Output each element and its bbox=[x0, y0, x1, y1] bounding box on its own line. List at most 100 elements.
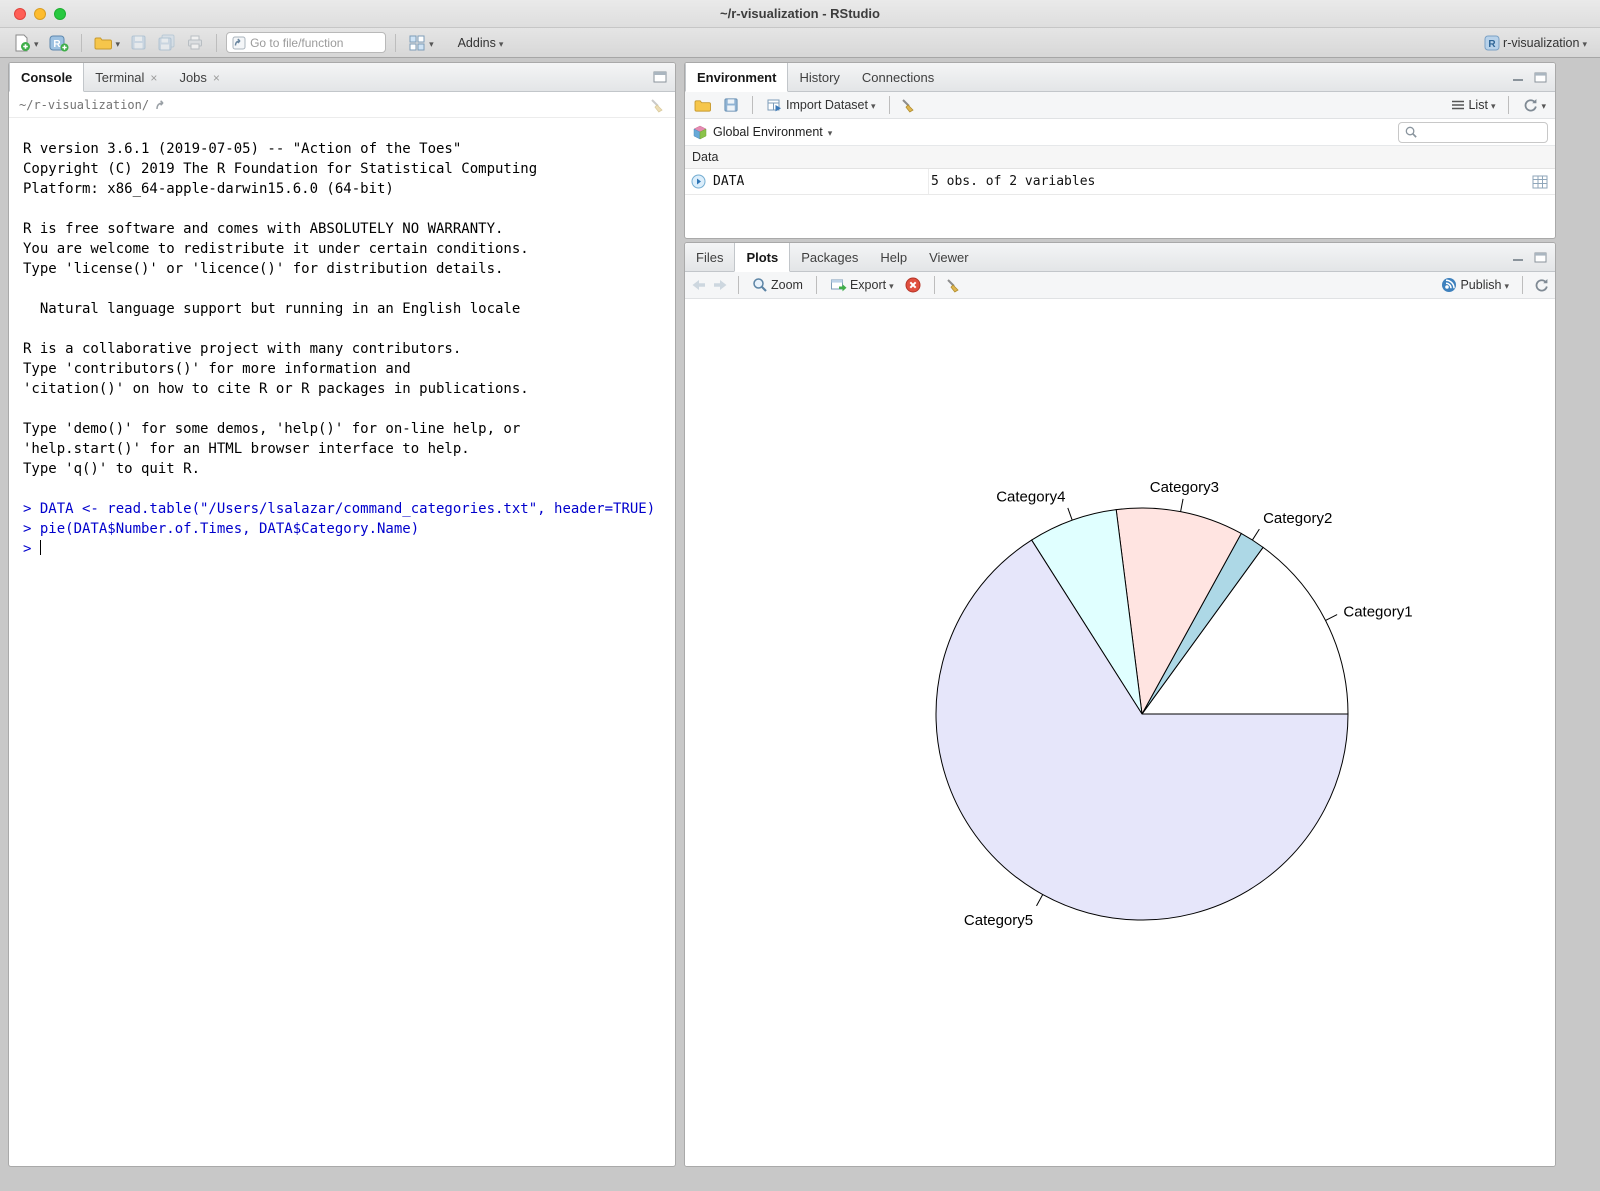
tab-close-icon[interactable] bbox=[150, 70, 157, 85]
minimize-window-button[interactable] bbox=[34, 8, 46, 20]
environment-section-header: Data bbox=[685, 146, 1555, 169]
tab-jobs[interactable]: Jobs bbox=[168, 63, 230, 91]
pie-label: Category3 bbox=[1150, 479, 1219, 496]
refresh-plot-icon[interactable] bbox=[1533, 277, 1549, 293]
column-divider bbox=[928, 169, 929, 194]
new-project-icon: R bbox=[49, 34, 69, 52]
import-dataset-button[interactable]: Import Dataset bbox=[763, 95, 879, 115]
close-window-button[interactable] bbox=[14, 8, 26, 20]
tab-environment[interactable]: Environment bbox=[685, 63, 788, 92]
toolbar-separator bbox=[816, 276, 817, 294]
toolbar-separator bbox=[395, 34, 396, 52]
tab-connections[interactable]: Connections bbox=[851, 63, 945, 91]
console-output-line: Platform: x86_64-apple-darwin15.6.0 (64-… bbox=[23, 179, 675, 199]
import-dataset-icon bbox=[766, 97, 783, 113]
console-output-line: R is free software and comes with ABSOLU… bbox=[23, 219, 675, 239]
maximize-pane-icon[interactable] bbox=[1534, 72, 1547, 83]
new-file-caret-icon[interactable] bbox=[34, 36, 39, 50]
console-output-line: Natural language support but running in … bbox=[23, 299, 675, 319]
pie-chart: Category1Category2Category3Category4Cate… bbox=[685, 299, 1555, 1167]
pane-layout-button[interactable] bbox=[405, 32, 437, 54]
load-workspace-button[interactable] bbox=[691, 96, 715, 115]
console-output-line: You are welcome to redistribute it under… bbox=[23, 239, 675, 259]
export-plot-button[interactable]: Export bbox=[827, 276, 897, 295]
environment-object-row[interactable]: DATA 5 obs. of 2 variables bbox=[685, 169, 1555, 195]
plots-toolbar-right: Publish bbox=[1438, 275, 1549, 295]
tab-plots[interactable]: Plots bbox=[734, 243, 790, 272]
pie-label: Category1 bbox=[1343, 603, 1412, 620]
publish-plot-button[interactable]: Publish bbox=[1438, 275, 1512, 295]
clear-objects-broom-icon[interactable] bbox=[900, 97, 916, 113]
zoom-plot-button[interactable]: Zoom bbox=[749, 275, 806, 295]
export-plot-icon bbox=[830, 278, 847, 293]
plot-area: Category1Category2Category3Category4Cate… bbox=[685, 299, 1555, 1167]
remove-plot-icon bbox=[905, 277, 921, 293]
environment-scope-label[interactable]: Global Environment bbox=[713, 125, 823, 139]
console-output-line: Copyright (C) 2019 The R Foundation for … bbox=[23, 159, 675, 179]
tab-plots-label: Plots bbox=[746, 250, 778, 265]
tab-terminal[interactable]: Terminal bbox=[84, 63, 168, 91]
environment-scope-row: Global Environment bbox=[685, 119, 1555, 146]
minimize-pane-icon[interactable] bbox=[1512, 252, 1524, 262]
back-arrow-icon[interactable] bbox=[691, 278, 707, 292]
console-output-line bbox=[23, 399, 675, 419]
export-label: Export bbox=[850, 278, 886, 292]
environment-toolbar: Import Dataset List bbox=[685, 92, 1555, 119]
open-file-button[interactable] bbox=[91, 33, 124, 53]
tab-viewer[interactable]: Viewer bbox=[918, 243, 980, 271]
clear-plots-broom-icon[interactable] bbox=[945, 277, 961, 293]
view-data-grid-icon[interactable] bbox=[1532, 175, 1548, 189]
pie-label-tick bbox=[1252, 529, 1259, 540]
environment-scope-caret-icon[interactable] bbox=[828, 125, 833, 139]
project-menu-button[interactable]: R r-visualization bbox=[1481, 33, 1590, 53]
console-workdir-bar: ~/r-visualization/ bbox=[9, 92, 675, 118]
pane-layout-caret-icon[interactable] bbox=[429, 36, 434, 50]
environment-pane: Environment History Connections bbox=[684, 62, 1556, 239]
zoom-window-button[interactable] bbox=[54, 8, 66, 20]
zoom-magnifier-icon bbox=[752, 277, 768, 293]
refresh-environment-button[interactable] bbox=[1519, 95, 1549, 115]
minimize-pane-icon[interactable] bbox=[1512, 72, 1524, 82]
pie-label: Category2 bbox=[1263, 510, 1332, 527]
remove-plot-button[interactable] bbox=[902, 275, 924, 295]
import-dataset-caret-icon bbox=[871, 98, 876, 112]
tab-terminal-label: Terminal bbox=[95, 70, 144, 85]
maximize-pane-icon[interactable] bbox=[653, 71, 667, 83]
working-directory-label: ~/r-visualization/ bbox=[19, 98, 149, 112]
tab-packages[interactable]: Packages bbox=[790, 243, 869, 271]
list-view-button[interactable]: List bbox=[1448, 96, 1498, 114]
plots-pane-controls bbox=[1512, 243, 1555, 271]
save-workspace-button[interactable] bbox=[720, 95, 742, 115]
environment-search-box bbox=[1398, 122, 1548, 143]
list-view-caret-icon bbox=[1491, 98, 1496, 112]
environment-search-input[interactable] bbox=[1422, 125, 1540, 139]
tab-console[interactable]: Console bbox=[9, 63, 84, 92]
expand-object-icon[interactable] bbox=[691, 174, 706, 189]
addins-menu-button[interactable]: Addins bbox=[455, 34, 507, 52]
svg-text:R: R bbox=[1488, 39, 1496, 50]
print-button[interactable] bbox=[183, 32, 207, 53]
console-cursor bbox=[40, 540, 41, 555]
new-file-button[interactable] bbox=[10, 32, 42, 54]
tab-close-icon[interactable] bbox=[213, 70, 220, 85]
zoom-label: Zoom bbox=[771, 278, 803, 292]
clear-console-broom-icon[interactable] bbox=[649, 97, 665, 113]
tab-files-label: Files bbox=[696, 250, 723, 265]
goto-directory-arrow-icon[interactable] bbox=[155, 99, 168, 111]
plots-toolbar: Zoom Export bbox=[685, 272, 1555, 299]
maximize-pane-icon[interactable] bbox=[1534, 252, 1547, 263]
pane-layout-icon bbox=[408, 34, 426, 52]
pie-label: Category4 bbox=[996, 488, 1065, 505]
new-project-button[interactable]: R bbox=[46, 32, 72, 54]
save-all-button[interactable] bbox=[154, 32, 179, 53]
tab-files[interactable]: Files bbox=[685, 243, 734, 271]
open-file-caret-icon[interactable] bbox=[116, 36, 121, 50]
tab-history[interactable]: History bbox=[788, 63, 850, 91]
goto-file-input[interactable] bbox=[250, 36, 374, 50]
save-button[interactable] bbox=[127, 32, 150, 53]
tab-help[interactable]: Help bbox=[869, 243, 918, 271]
console-output[interactable]: R version 3.6.1 (2019-07-05) -- "Action … bbox=[9, 118, 675, 559]
publish-caret-icon bbox=[1504, 278, 1509, 292]
goto-file-icon bbox=[232, 36, 246, 50]
forward-arrow-icon[interactable] bbox=[712, 278, 728, 292]
